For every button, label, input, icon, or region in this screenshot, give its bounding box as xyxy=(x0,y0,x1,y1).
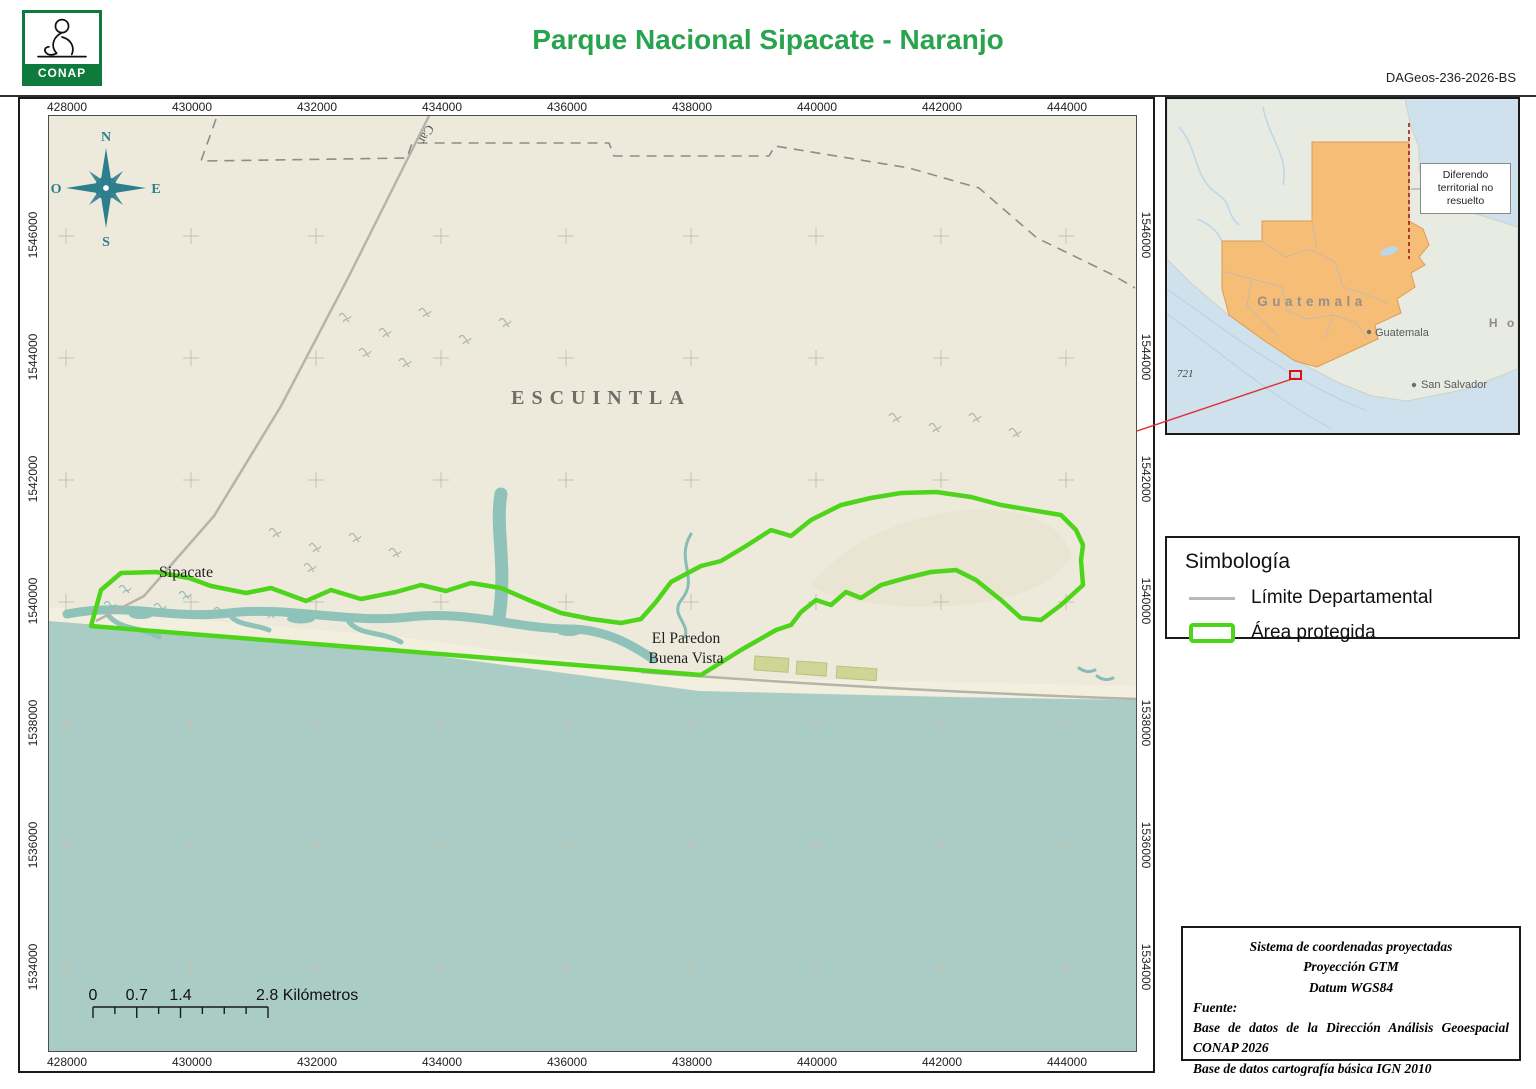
x-axis-label: 428000 xyxy=(47,1055,87,1069)
guatemala-city-label: Guatemala xyxy=(1375,327,1430,339)
x-axis-label: 430000 xyxy=(172,1055,212,1069)
x-axis-label: 442000 xyxy=(922,100,962,114)
x-axis-label: 436000 xyxy=(547,1055,587,1069)
limite-departamental-swatch xyxy=(1189,597,1235,600)
fuente-label: Fuente: xyxy=(1193,998,1509,1018)
projection-line: Proyección GTM xyxy=(1193,957,1509,977)
document-code: DAGeos-236-2026-BS xyxy=(1386,70,1516,85)
monkey-icon xyxy=(25,13,99,61)
x-axis-label: 436000 xyxy=(547,100,587,114)
y-axis-label: 1540000 xyxy=(1139,578,1153,625)
x-axis-label: 432000 xyxy=(297,1055,337,1069)
x-axis-label: 440000 xyxy=(797,1055,837,1069)
compass-o-label: O xyxy=(51,182,62,197)
scale-label-0: 0 xyxy=(89,987,98,1004)
x-axis-label: 434000 xyxy=(422,1055,462,1069)
area-protegida-swatch xyxy=(1189,623,1235,643)
source-line-1: Base de datos de la Dirección Análisis G… xyxy=(1193,1018,1509,1059)
territorial-dispute-callout: Diferendo territorial no resuelto xyxy=(1420,163,1511,214)
page-title: Parque Nacional Sipacate - Naranjo xyxy=(532,24,1004,56)
legend-item-limite: Límite Departamental xyxy=(1189,587,1518,609)
country-label: Guatemala xyxy=(1257,294,1367,309)
map-canvas: ESCUINTLA Sipacate El Paredon Buena Vist… xyxy=(48,115,1137,1052)
conap-logo: CONAP xyxy=(22,10,102,86)
legend-title: Simbología xyxy=(1185,550,1518,574)
department-label: ESCUINTLA xyxy=(511,387,691,409)
y-axis-label: 1546000 xyxy=(1139,212,1153,259)
y-axis-label: 1534000 xyxy=(26,944,40,991)
compass-e-label: E xyxy=(151,182,160,197)
crs-line: Sistema de coordenadas proyectadas xyxy=(1193,937,1509,957)
compass-n-label: N xyxy=(101,130,111,145)
town-label-sipacate: Sipacate xyxy=(159,564,213,581)
y-axis-label: 1538000 xyxy=(26,700,40,747)
conap-logo-text: CONAP xyxy=(25,64,99,83)
locator-inset-map: Guatemala Guatemala San Salvador H o 721… xyxy=(1165,97,1520,435)
x-axis-label: 440000 xyxy=(797,100,837,114)
legend-label: Límite Departamental xyxy=(1251,587,1433,609)
y-axis-label: 1542000 xyxy=(1139,456,1153,503)
y-axis-label: 1542000 xyxy=(26,456,40,503)
y-axis-label: 1540000 xyxy=(26,578,40,625)
town-label-buena-vista: Buena Vista xyxy=(649,650,724,667)
legend-box: Simbología Límite Departamental Área pro… xyxy=(1165,536,1520,639)
y-axis-label: 1544000 xyxy=(26,334,40,381)
scale-label-28: 2.8 Kilómetros xyxy=(256,987,358,1004)
x-axis-label: 444000 xyxy=(1047,1055,1087,1069)
scale-label-07: 0.7 xyxy=(126,987,148,1004)
x-axis-label: 438000 xyxy=(672,100,712,114)
source-line-2: Base de datos cartografía básica IGN 201… xyxy=(1193,1059,1509,1079)
y-axis-label: 1536000 xyxy=(26,822,40,869)
town-label-paredon: El Paredon xyxy=(652,630,721,647)
x-axis-label: 442000 xyxy=(922,1055,962,1069)
y-axis-label: 1538000 xyxy=(1139,700,1153,747)
guatemala-city-dot xyxy=(1367,330,1371,334)
scale-label-14: 1.4 xyxy=(169,987,191,1004)
x-axis-label: 438000 xyxy=(672,1055,712,1069)
compass-s-label: S xyxy=(102,235,110,250)
x-axis-label: 434000 xyxy=(422,100,462,114)
san-salvador-dot xyxy=(1412,383,1416,387)
legend-label: Área protegida xyxy=(1251,622,1376,644)
map-sheet: { "header": { "logo_text": "CONAP", "tit… xyxy=(0,0,1536,1089)
datum-line: Datum WGS84 xyxy=(1193,978,1509,998)
y-axis-label: 1544000 xyxy=(1139,334,1153,381)
x-axis-label: 432000 xyxy=(297,100,337,114)
y-axis-label: 1534000 xyxy=(1139,944,1153,991)
x-axis-label: 428000 xyxy=(47,100,87,114)
map-frame: 428000 430000 432000 434000 436000 43800… xyxy=(18,97,1155,1073)
x-axis-label: 444000 xyxy=(1047,100,1087,114)
honduras-label-partial: H o xyxy=(1489,316,1517,330)
y-axis-label: 1546000 xyxy=(26,212,40,259)
route-721-label: 721 xyxy=(1177,368,1194,380)
san-salvador-label: San Salvador xyxy=(1421,379,1487,391)
header: CONAP Parque Nacional Sipacate - Naranjo… xyxy=(0,0,1536,97)
credits-box: Sistema de coordenadas proyectadas Proye… xyxy=(1181,926,1521,1061)
legend-item-area: Área protegida xyxy=(1189,622,1518,644)
x-axis-label: 430000 xyxy=(172,100,212,114)
y-axis-label: 1536000 xyxy=(1139,822,1153,869)
